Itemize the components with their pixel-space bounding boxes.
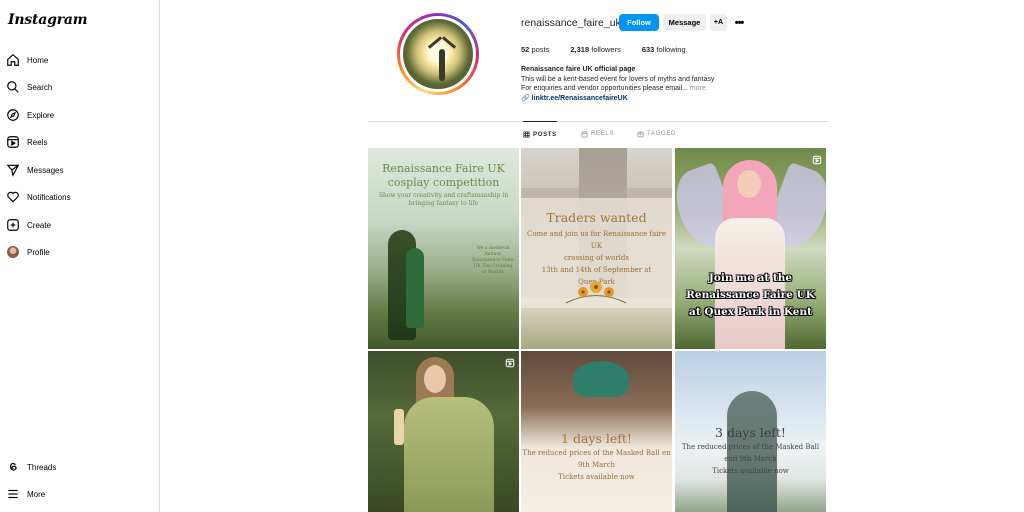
- link-icon: 🔗: [521, 94, 530, 102]
- sidebar: Instagram Home Search Explore Reels Mess…: [0, 0, 160, 512]
- add-user-button[interactable]: +A: [710, 14, 727, 31]
- post-subtitle: The reduced prices of the Masked Ball en…: [681, 443, 820, 475]
- bio-more-link[interactable]: more: [690, 85, 706, 92]
- stat-posts: 52 posts: [521, 45, 550, 54]
- follow-button[interactable]: Follow: [619, 14, 659, 31]
- avatar: [7, 246, 19, 258]
- reels-icon: [581, 131, 588, 138]
- profile-picture[interactable]: [397, 13, 479, 95]
- reel-badge-icon: [812, 152, 822, 165]
- bio-line: For enquiries and vendor opportunities p…: [521, 85, 688, 92]
- reel-badge-icon: [505, 355, 515, 368]
- more-options-button[interactable]: •••: [731, 15, 747, 30]
- post-title: 3 days left!: [715, 425, 786, 440]
- sidebar-item-messages[interactable]: Messages: [6, 159, 63, 181]
- profile-stats: 52 posts 2,318 followers 633 following: [521, 45, 707, 54]
- post-tile[interactable]: Renaissance Faire UK cosplay competition…: [368, 148, 519, 349]
- heart-icon: [6, 190, 20, 204]
- post-tile[interactable]: 1 days left! The reduced prices of the M…: [521, 351, 672, 512]
- post-tile[interactable]: Traders wanted Come and join us for Rena…: [521, 148, 672, 349]
- sidebar-item-label: Messages: [27, 165, 64, 175]
- profile-bio: Renaissance faire UK official page This …: [521, 65, 714, 103]
- sidebar-item-notifications[interactable]: Notifications: [6, 186, 71, 208]
- post-title: 1 days left!: [561, 431, 632, 446]
- sidebar-item-explore[interactable]: Explore: [6, 104, 54, 126]
- tab-posts[interactable]: POSTS: [523, 121, 557, 147]
- message-button[interactable]: Message: [663, 14, 706, 31]
- tag-icon: [637, 131, 644, 138]
- sidebar-item-label: Explore: [27, 110, 55, 120]
- grid-icon: [523, 131, 530, 138]
- bio-link[interactable]: linktr.ee/RenaissancefaireUK: [532, 95, 628, 102]
- sidebar-item-reels[interactable]: Reels: [6, 131, 47, 153]
- reels-icon: [6, 135, 20, 149]
- search-icon: [6, 80, 20, 94]
- post-title: Traders wanted: [546, 210, 647, 225]
- bio-line: This will be a kent-based event for love…: [521, 75, 715, 83]
- post-tile[interactable]: 3 days left! The reduced prices of the M…: [675, 351, 826, 512]
- post-title: Renaissance Faire UK cosplay competition: [382, 162, 505, 189]
- post-tile[interactable]: Join me at the Renaissance Faire UK at Q…: [675, 148, 826, 349]
- post-subtitle: Show your creativity and craftsmanship i…: [378, 192, 509, 207]
- flower-ornament-icon: [565, 281, 627, 304]
- sidebar-item-label: Threads: [27, 462, 57, 472]
- sidebar-item-home[interactable]: Home: [6, 49, 48, 71]
- sidebar-item-threads[interactable]: Threads: [6, 456, 56, 478]
- send-icon: [6, 163, 20, 177]
- sidebar-item-label: Search: [27, 82, 53, 92]
- sidebar-item-label: Create: [27, 220, 52, 230]
- threads-icon: [6, 460, 20, 474]
- stat-following[interactable]: 633 following: [642, 45, 686, 54]
- post-side-text: We a medieval fantasy Renaissance Faire …: [472, 246, 514, 275]
- plus-square-icon: [6, 218, 20, 232]
- bio-name: Renaissance faire UK official page: [521, 66, 636, 73]
- stat-followers[interactable]: 2,318 followers: [570, 45, 620, 54]
- menu-icon: [6, 487, 20, 501]
- sidebar-item-search[interactable]: Search: [6, 76, 52, 98]
- sidebar-item-label: Notifications: [27, 192, 71, 202]
- post-subtitle: The reduced prices of the Masked Ball en…: [522, 449, 671, 481]
- sidebar-item-profile[interactable]: Profile: [6, 241, 50, 263]
- sidebar-item-label: Reels: [27, 137, 48, 147]
- tab-reels[interactable]: REELS: [581, 121, 614, 147]
- sidebar-item-label: Home: [27, 55, 49, 65]
- post-tile[interactable]: [368, 351, 519, 512]
- home-icon: [6, 53, 20, 67]
- profile-username: renaissance_faire_uk: [521, 17, 621, 29]
- sidebar-item-label: More: [27, 489, 46, 499]
- instagram-logo[interactable]: Instagram: [8, 12, 88, 28]
- sidebar-item-label: Profile: [27, 247, 50, 257]
- sidebar-item-more[interactable]: More: [6, 483, 45, 505]
- sidebar-item-create[interactable]: Create: [6, 214, 51, 236]
- post-title: Join me at the Renaissance Faire UK at Q…: [686, 272, 815, 318]
- compass-icon: [6, 108, 20, 122]
- tab-tagged[interactable]: TAGGED: [637, 121, 676, 147]
- profile-photo: [403, 19, 473, 89]
